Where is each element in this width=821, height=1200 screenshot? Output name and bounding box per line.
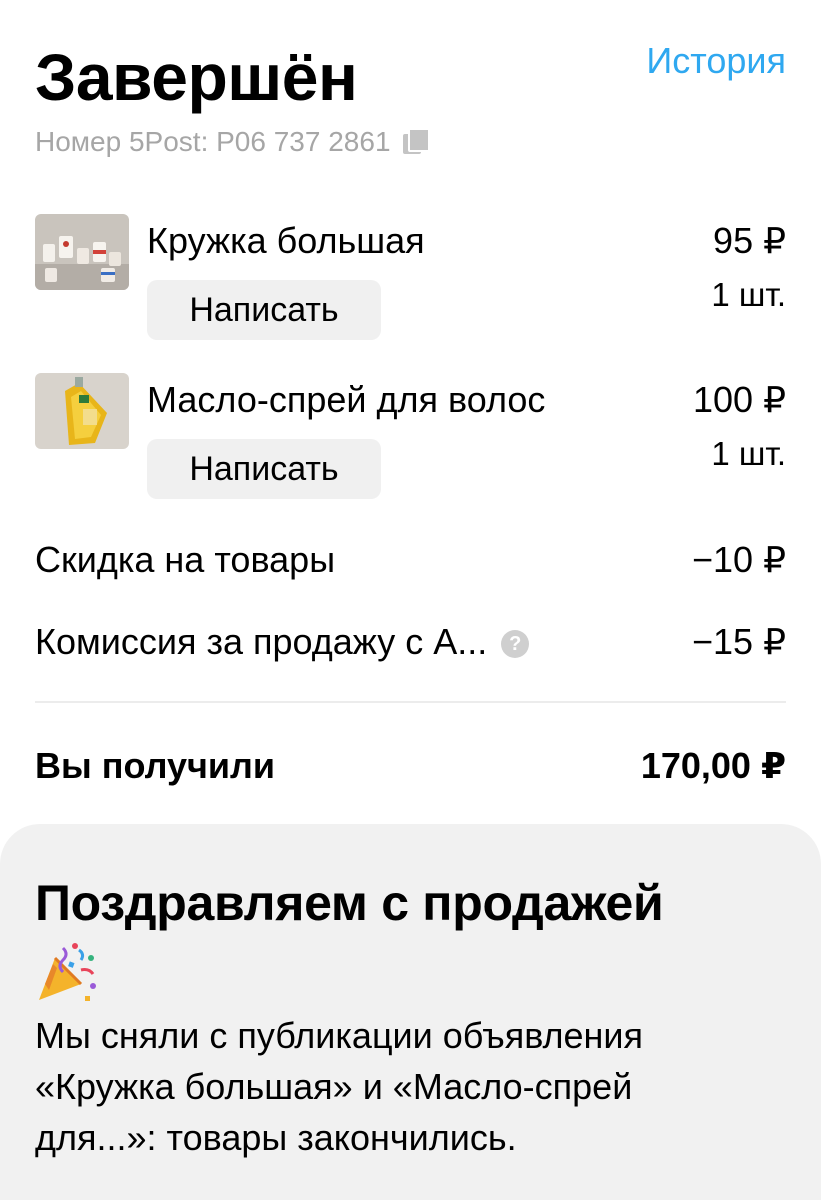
party-popper-icon: [35, 940, 99, 1004]
item-thumbnail-oil-spray[interactable]: [35, 373, 129, 449]
congrats-line: для...»: товары закончились.: [35, 1117, 517, 1158]
item-price: 95 ₽: [713, 220, 786, 261]
item-thumbnail-mugs[interactable]: [35, 214, 129, 290]
congrats-text: Мы сняли с публикации объявления «Кружка…: [35, 1010, 786, 1163]
order-item: Масло-спрей для волос Написать 100 ₽ 1 ш…: [35, 373, 786, 503]
discount-row: Скидка на товары −10 ₽: [35, 538, 786, 582]
commission-label: Комиссия за продажу с А...: [35, 621, 488, 662]
congrats-heading: Поздравляем с продажей: [35, 875, 664, 931]
congrats-line: «Кружка большая» и «Масло-спрей: [35, 1066, 633, 1107]
copy-icon[interactable]: [401, 128, 430, 156]
commission-value: −15 ₽: [692, 621, 786, 662]
item-quantity: 1 шт.: [711, 276, 786, 313]
congrats-panel: Поздравляем с продажей Мы сняли с публик…: [0, 824, 821, 1200]
total-label: Вы получили: [35, 745, 276, 786]
commission-label-wrap: Комиссия за продажу с А...?: [35, 621, 530, 663]
discount-value: −10 ₽: [692, 539, 786, 580]
divider: [35, 701, 786, 703]
help-icon[interactable]: ?: [501, 630, 530, 659]
item-quantity: 1 шт.: [711, 435, 786, 472]
tracking-number: Номер 5Post: P06 737 2861: [35, 126, 430, 158]
item-price: 100 ₽: [693, 379, 786, 420]
discount-label: Скидка на товары: [35, 539, 336, 580]
item-name: Масло-спрей для волос: [147, 379, 546, 420]
write-seller-button[interactable]: Написать: [147, 280, 381, 340]
congrats-line: Мы сняли с публикации объявления: [35, 1015, 644, 1056]
write-seller-button[interactable]: Написать: [147, 439, 381, 499]
total-row: Вы получили 170,00 ₽: [35, 744, 786, 788]
order-item: Кружка большая Написать 95 ₽ 1 шт.: [35, 214, 786, 344]
history-link[interactable]: История: [646, 40, 786, 82]
total-value: 170,00 ₽: [640, 745, 786, 786]
commission-row: Комиссия за продажу с А...? −15 ₽: [35, 620, 786, 664]
tracking-number-text: Номер 5Post: P06 737 2861: [35, 126, 391, 157]
page-title: Завершён: [35, 40, 358, 114]
item-name: Кружка большая: [147, 220, 425, 261]
